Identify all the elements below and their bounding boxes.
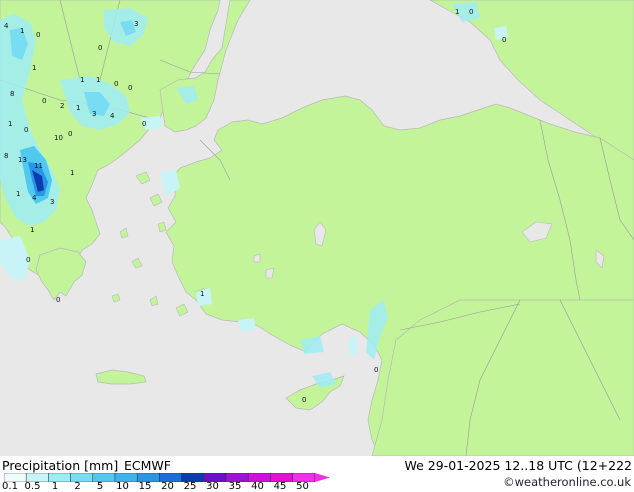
scale-label: 15 xyxy=(138,481,152,492)
scale-label: 2 xyxy=(74,481,81,492)
precip-value: 4 xyxy=(110,112,115,120)
precip-value: 1 xyxy=(70,169,74,177)
scale-label: 35 xyxy=(228,481,242,492)
precip-value: 10 xyxy=(54,134,63,142)
precip-value: 0 xyxy=(98,44,102,52)
precipitation-map[interactable]: 4 1 0 3 1 0 1 1 0 1 8 0 2 1 3 4 0 1 0 10… xyxy=(0,0,634,456)
model-label: ECMWF xyxy=(124,458,171,473)
precip-value: 11 xyxy=(34,162,43,170)
precip-value: 0 xyxy=(469,8,473,16)
precip-value: 0 xyxy=(24,126,28,134)
scale-label: 10 xyxy=(116,481,129,492)
precip-value: 3 xyxy=(134,20,138,28)
precip-value: 1 xyxy=(80,76,84,84)
scale-label: 50 xyxy=(296,481,309,492)
precip-value: 0 xyxy=(142,120,146,128)
precip-value: 1 xyxy=(200,290,204,298)
precip-value: 3 xyxy=(50,198,54,206)
scale-label: 0.1 xyxy=(2,481,18,492)
precip-value: 0 xyxy=(42,97,46,105)
precip-value: 4 xyxy=(32,194,37,202)
precip-value: 1 xyxy=(20,27,24,35)
precip-value: 1 xyxy=(96,76,100,84)
precip-value: 4 xyxy=(4,22,9,30)
valid-time-label: We 29-01-2025 12..18 UTC (12+222 xyxy=(404,458,632,473)
precip-value: 1 xyxy=(30,226,34,234)
precip-value: 0 xyxy=(502,36,506,44)
scale-label: 25 xyxy=(183,481,197,492)
precipitation-title: Precipitation [mm] xyxy=(2,458,119,473)
precip-value: 13 xyxy=(18,156,27,164)
precip-value: 0 xyxy=(374,366,378,374)
scale-label: 45 xyxy=(273,481,287,492)
precip-value: 1 xyxy=(16,190,20,198)
precip-value: 0 xyxy=(36,31,40,39)
precip-value: 0 xyxy=(56,296,60,304)
precip-value: 1 xyxy=(8,120,12,128)
scale-label: 40 xyxy=(251,481,264,492)
scale-label: 1 xyxy=(51,481,59,492)
precip-value: 0 xyxy=(114,80,118,88)
scale-label: 20 xyxy=(161,481,174,492)
precip-value: 3 xyxy=(92,110,96,118)
precip-value: 0 xyxy=(26,256,30,264)
scale-label: 5 xyxy=(96,481,104,492)
precip-value: 0 xyxy=(68,130,72,138)
precip-value: 8 xyxy=(4,152,8,160)
precip-value: 0 xyxy=(128,84,132,92)
map-root: 4 1 0 3 1 0 1 1 0 1 8 0 2 1 3 4 0 1 0 10… xyxy=(0,0,634,492)
precip-value: 1 xyxy=(455,8,459,16)
precip-value: 8 xyxy=(10,90,14,98)
credit-link[interactable]: ©weatheronline.co.uk xyxy=(503,475,631,489)
precip-value: 0 xyxy=(302,396,306,404)
scale-label: 30 xyxy=(206,481,219,492)
precip-value: 1 xyxy=(32,64,36,72)
precip-value: 1 xyxy=(76,104,80,112)
scale-label: 0.5 xyxy=(24,481,41,492)
precip-value: 2 xyxy=(60,102,64,110)
